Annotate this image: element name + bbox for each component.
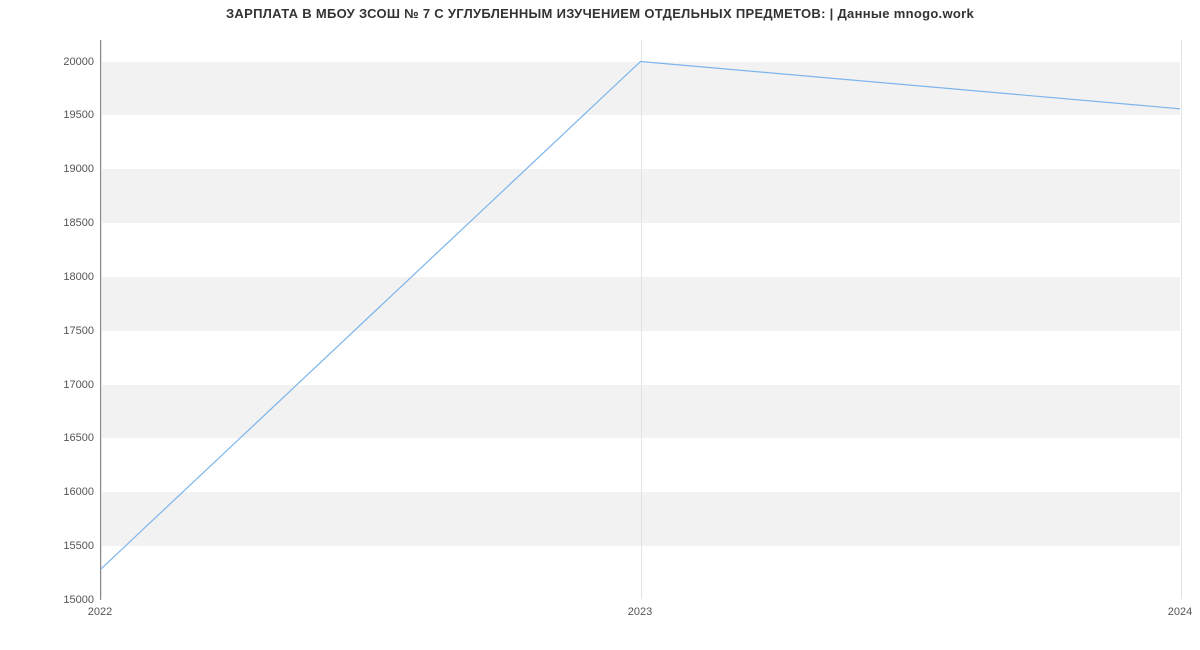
x-tick-label: 2022 [88,606,112,618]
y-tick-label: 19500 [34,109,94,121]
y-tick-label: 20000 [34,56,94,68]
y-tick-label: 16000 [34,486,94,498]
salary-line [101,62,1180,569]
chart-title: ЗАРПЛАТА В МБОУ ЗСОШ № 7 С УГЛУБЛЕННЫМ И… [0,6,1200,21]
y-tick-label: 19000 [34,163,94,175]
grid-vertical [1181,40,1182,599]
y-tick-label: 16500 [34,432,94,444]
y-tick-label: 17500 [34,325,94,337]
plot-area [100,40,1180,600]
y-tick-label: 15000 [34,594,94,606]
y-tick-label: 17000 [34,379,94,391]
salary-line-chart: ЗАРПЛАТА В МБОУ ЗСОШ № 7 С УГЛУБЛЕННЫМ И… [0,0,1200,650]
line-series [101,40,1180,599]
y-tick-label: 18500 [34,217,94,229]
y-tick-label: 15500 [34,540,94,552]
x-tick-label: 2023 [628,606,652,618]
y-tick-label: 18000 [34,271,94,283]
x-tick-label: 2024 [1168,606,1192,618]
